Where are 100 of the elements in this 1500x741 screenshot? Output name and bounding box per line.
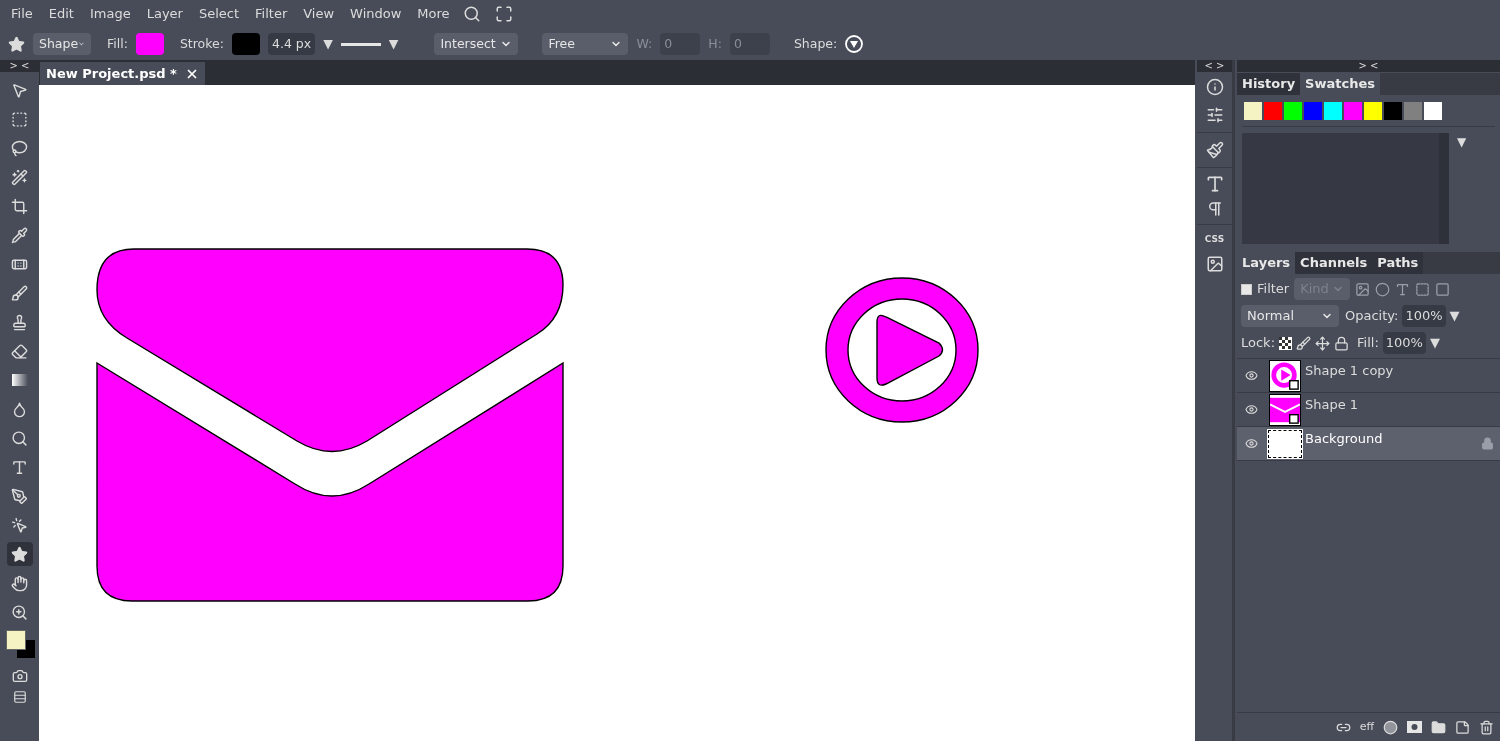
pen-icon [11,487,28,505]
image-icon[interactable] [1205,254,1224,273]
drop-icon [11,400,28,418]
stroke-label: Stroke: [179,34,224,53]
collapse-toggle[interactable]: > < [0,60,39,72]
color-swatch[interactable] [1284,102,1302,120]
menu-item[interactable]: Select [191,4,247,24]
panel-tab[interactable]: History [1237,73,1301,95]
panel-menu-arrow[interactable]: ▼ [1457,133,1467,244]
move-icon [11,81,28,99]
effects-button[interactable]: eff [1359,718,1374,736]
lock-transparency-icon[interactable] [1279,336,1293,350]
info-icon[interactable] [1205,78,1224,96]
eye-icon[interactable] [1244,403,1258,416]
brush-settings-icon[interactable] [1205,141,1224,159]
eraser-icon [11,342,28,360]
menu-item[interactable]: View [296,4,342,24]
color-swatch[interactable] [1324,102,1342,120]
new-layer-icon[interactable] [1455,719,1470,735]
stroke-swatch[interactable] [231,33,260,55]
tool-dropdown[interactable]: Shape [33,33,91,55]
color-swatch[interactable] [1424,102,1442,120]
smart-object-filter-icon [1435,281,1451,297]
envelope-shape[interactable] [96,248,564,602]
shape-picker-icon[interactable] [845,35,864,53]
filter-checkbox[interactable] [1241,283,1252,295]
trash-icon[interactable] [1479,719,1494,735]
fill-label: Fill: [107,34,128,53]
type-icon [11,458,28,476]
folder-icon[interactable] [1431,719,1446,735]
panel-tab[interactable]: Swatches [1300,73,1380,95]
adjustment-icon[interactable] [1383,719,1398,735]
hand-icon [11,574,28,592]
lock-label: Lock: [1241,334,1276,353]
scrollbar[interactable] [1439,133,1449,244]
menu-item[interactable]: More [410,4,457,24]
stroke-width-field[interactable]: 4.4 px [267,33,316,55]
path-operation-dropdown[interactable]: Intersect [434,33,519,55]
dropdown-arrow[interactable]: ▼ [323,34,333,54]
lock-icon [1481,437,1494,450]
menu-item[interactable]: File [4,4,40,24]
zoom-icon [11,603,28,621]
blend-mode-dropdown[interactable]: Normal [1241,305,1339,327]
collapse-toggle[interactable]: < > [1197,60,1232,72]
type-filter-icon [1395,281,1411,297]
menu-item[interactable]: Edit [41,4,81,24]
magic-wand-icon [11,168,28,186]
panel-tab[interactable]: Layers [1237,252,1296,274]
color-swatch[interactable] [1244,102,1262,120]
color-swatch[interactable] [1404,102,1422,120]
lock-position-icon[interactable] [1315,335,1331,351]
fill-field[interactable]: 100% [1382,332,1426,354]
gradient-icon [11,374,28,386]
search-icon[interactable] [462,5,481,23]
fill-swatch[interactable] [135,33,164,55]
lock-all-icon[interactable] [1334,335,1350,351]
fullscreen-icon[interactable] [494,5,513,23]
panel-tab[interactable]: Channels [1295,252,1373,274]
menu-item[interactable]: Layer [139,4,190,24]
mask-icon[interactable] [1407,721,1422,733]
layer-thumbnail [1269,359,1301,392]
opacity-field[interactable]: 100% [1402,305,1446,327]
eyedropper-icon [11,226,28,244]
css-button[interactable]: CSS [1204,233,1225,247]
quick-mask-icon[interactable] [11,668,28,684]
play-button-shape[interactable] [825,277,979,423]
document-tab[interactable]: New Project.psd * [40,62,205,85]
eye-icon[interactable] [1244,369,1258,382]
shape-label: Shape: [793,34,838,53]
panel-tab[interactable]: Paths [1372,252,1424,274]
star-icon [11,545,28,563]
color-swatch[interactable] [1364,102,1382,120]
layer-row[interactable]: Background [1237,427,1500,461]
collapse-toggle[interactable]: > < [1237,60,1500,72]
dropdown-arrow[interactable]: ▼ [1429,333,1440,353]
color-swatch[interactable] [1304,102,1322,120]
dropdown-arrow[interactable]: ▼ [1449,306,1460,326]
fill-label: Fill: [1357,334,1379,353]
adjustments-icon[interactable] [1205,106,1224,124]
constraint-dropdown[interactable]: Free [542,33,629,55]
shape-filter-icon [1415,281,1431,297]
width-label: W: [636,34,653,53]
line-style-icon[interactable] [340,41,381,47]
eye-icon[interactable] [1244,437,1258,450]
layer-row[interactable]: Shape 1 copy [1237,359,1500,393]
color-swatch[interactable] [1344,102,1362,120]
adjustment-filter-icon [1375,281,1391,297]
star-icon[interactable] [8,35,25,53]
color-swatch[interactable] [1264,102,1282,120]
layer-name: Shape 1 copy [1305,362,1395,380]
dropdown-arrow[interactable]: ▼ [388,34,399,54]
menu-item[interactable]: Image [82,4,138,24]
menu-item[interactable]: Filter [248,4,295,24]
screen-mode-icon[interactable] [12,690,27,704]
lasso-icon [11,139,28,157]
tool-button[interactable] [6,542,33,566]
menu-item[interactable]: Window [343,4,409,24]
layer-name: Background [1305,430,1384,448]
color-swatch[interactable] [1384,102,1402,120]
lock-pixels-icon[interactable] [1296,335,1312,351]
